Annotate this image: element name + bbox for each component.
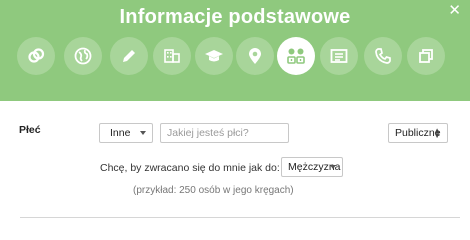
pencil-icon[interactable] — [110, 37, 148, 75]
location-pin-icon[interactable] — [236, 37, 274, 75]
close-icon[interactable]: ✕ — [448, 3, 461, 18]
dialog-header: Informacje podstawowe ✕ — [0, 0, 470, 101]
globe-icon[interactable] — [64, 37, 102, 75]
divider — [20, 217, 460, 218]
gender-label: Płeć — [19, 124, 41, 136]
phone-icon[interactable] — [364, 37, 402, 75]
gender-select-value: Inne — [110, 127, 131, 139]
section-icon-row — [0, 37, 470, 77]
building-icon[interactable] — [153, 37, 191, 75]
gender-icon[interactable] — [277, 37, 315, 75]
contact-card-icon[interactable] — [320, 37, 358, 75]
graduation-cap-icon[interactable] — [195, 37, 233, 75]
chevron-down-icon — [330, 165, 336, 169]
copy-icon[interactable] — [407, 37, 445, 75]
gender-custom-input[interactable] — [160, 123, 289, 143]
chevron-down-icon — [140, 131, 146, 135]
pronoun-select[interactable]: Mężczyzna — [281, 157, 343, 177]
ring-icon[interactable] — [17, 37, 55, 75]
gender-select[interactable]: Inne — [99, 123, 153, 143]
dialog-body — [0, 101, 470, 220]
dialog-title: Informacje podstawowe — [119, 6, 351, 28]
pronoun-example-text: (przykład: 250 osób w jego kręgach) — [133, 185, 294, 196]
pronoun-label: Chcę, by zwracano się do mnie jak do: — [100, 162, 280, 174]
visibility-select[interactable]: Publiczne ▲ ▼ — [388, 123, 448, 143]
up-down-arrows-icon: ▲ ▼ — [433, 126, 441, 140]
